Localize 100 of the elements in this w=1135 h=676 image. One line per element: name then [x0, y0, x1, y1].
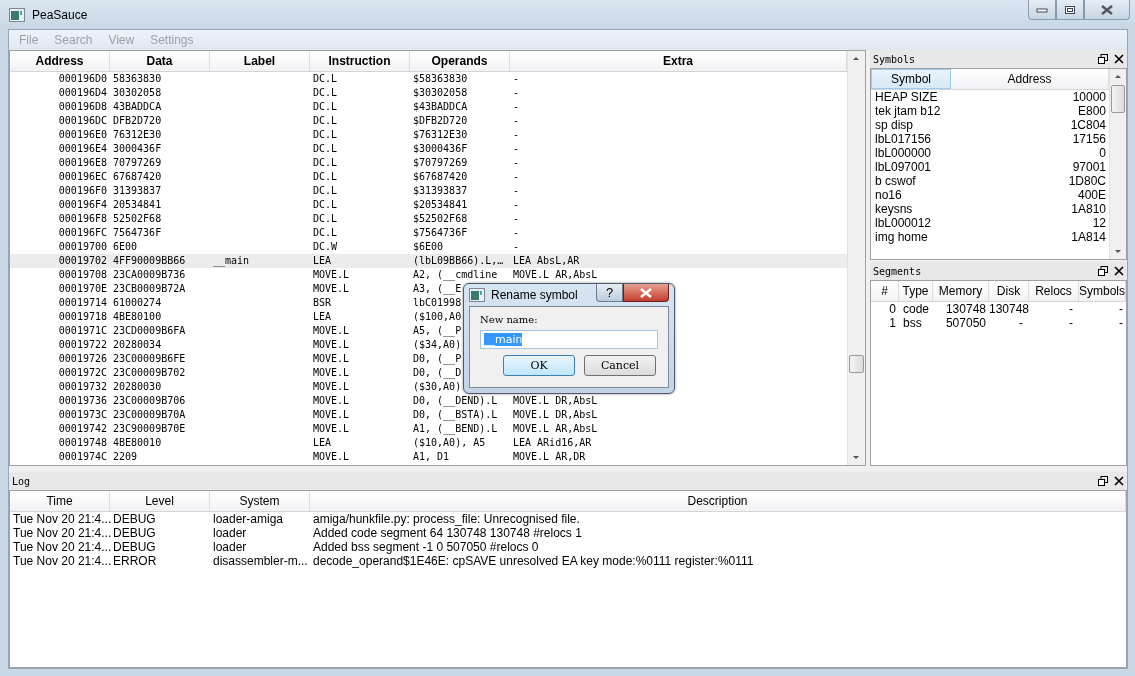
table-cell: $3000436F	[413, 143, 468, 154]
column-header[interactable]: Level	[110, 491, 210, 511]
table-cell: 00019726	[58, 353, 107, 364]
close-button[interactable]	[1084, 0, 1130, 20]
cancel-button[interactable]: Cancel	[584, 355, 656, 376]
app-icon	[469, 288, 485, 302]
scroll-thumb[interactable]	[849, 355, 864, 373]
table-cell: MOVE.L DR,AbsL	[513, 395, 598, 406]
table-cell: $58363830	[413, 73, 468, 84]
scroll-up-icon[interactable]	[1115, 75, 1121, 78]
table-cell: 000196E4	[58, 143, 107, 154]
table-cell: 000196D0	[58, 73, 107, 84]
table-cell: MOVE.L	[313, 381, 350, 392]
table-cell: 130748	[989, 302, 1030, 316]
selected-row[interactable]: 00019702 4FF90009BB66 __main LEA (lbL09BB66).L,… LEA AbsL,AR	[10, 254, 847, 268]
field-label: New name:	[480, 314, 539, 325]
float-icon[interactable]	[1098, 54, 1108, 64]
column-header[interactable]: Disk	[989, 281, 1029, 301]
scrollbar[interactable]	[847, 51, 865, 465]
table-cell: -	[513, 185, 520, 196]
table-cell: DC.L	[313, 115, 338, 126]
close-icon[interactable]	[1114, 54, 1124, 64]
table-cell: 00019736	[58, 395, 107, 406]
table-cell: 000196F8	[58, 213, 107, 224]
close-icon[interactable]	[1114, 476, 1124, 486]
table-cell: $7564736F	[413, 227, 468, 238]
table-cell: A1, (__BEND).L	[413, 423, 498, 434]
table-cell-text: sp disp	[874, 118, 914, 132]
table-cell: LEA AbsL,AR	[513, 255, 580, 266]
table-cell: $20534841	[413, 199, 468, 210]
column-header[interactable]: Data	[110, 51, 210, 71]
scrollbar[interactable]	[1109, 69, 1126, 259]
maximize-button[interactable]	[1056, 0, 1084, 20]
table-cell: 31393837	[113, 185, 162, 196]
table-cell: loader	[213, 526, 247, 540]
close-icon[interactable]	[1114, 266, 1124, 276]
table-cell-text: lbL097001	[874, 160, 933, 174]
column-header[interactable]: Symbol	[871, 69, 951, 89]
table-cell: decode_operand$1E46E: cpSAVE unresolved EA key mode:%0111 register:%0111	[313, 554, 754, 568]
table-cell: D0, (__D	[413, 367, 462, 378]
column-header[interactable]: Time	[10, 491, 110, 511]
table-cell-text: 17156	[1071, 132, 1107, 146]
table-cell: MOVE.L	[313, 339, 350, 350]
scroll-down-icon[interactable]	[853, 456, 859, 459]
close-button[interactable]	[623, 284, 669, 302]
table-cell: BSR	[313, 297, 332, 308]
help-button[interactable]: ?	[596, 284, 623, 302]
ok-button[interactable]: OK	[503, 355, 575, 376]
table-cell: bss	[903, 316, 922, 330]
table-cell: ($30,A0)	[413, 381, 462, 392]
table-cell-text: 1A814	[1070, 230, 1107, 244]
table-cell: $DFB2D720	[413, 115, 468, 126]
column-header[interactable]: Extra	[510, 51, 847, 71]
table-cell-text: lbL000012	[874, 216, 933, 230]
column-header[interactable]: Relocs	[1029, 281, 1079, 301]
float-icon[interactable]	[1098, 266, 1108, 276]
scroll-up-icon[interactable]	[853, 57, 859, 60]
scroll-thumb[interactable]	[1111, 85, 1125, 113]
table-cell: $52502F68	[413, 213, 468, 224]
table-cell: -	[513, 129, 520, 140]
table-cell: DC.W	[313, 241, 338, 252]
table-cell-text: lbL000000	[874, 146, 933, 160]
table-cell: MOVE.L AR,AbsL	[513, 423, 598, 434]
table-cell-text: 1A810	[1070, 202, 1107, 216]
table-cell: amiga/hunkfile.py: process_file: Unrecognised file.	[313, 512, 580, 526]
float-icon[interactable]	[1098, 476, 1108, 486]
table-cell: 67687420	[113, 171, 162, 182]
table-cell: DEBUG	[113, 512, 156, 526]
column-header[interactable]: Type	[899, 281, 933, 301]
table-cell: 7564736F	[113, 227, 162, 238]
table-cell: A2, (__cmdline	[413, 269, 498, 280]
column-header[interactable]: Operands	[410, 51, 510, 71]
column-header[interactable]: Instruction	[310, 51, 410, 71]
table-cell: MOVE.L	[313, 395, 350, 406]
column-header[interactable]: #	[871, 281, 899, 301]
column-header[interactable]: Label	[210, 51, 310, 71]
table-cell-text: no16	[874, 188, 903, 202]
table-cell: 23C00009B702	[113, 367, 186, 378]
column-header[interactable]: Symbols	[1079, 281, 1126, 301]
scroll-down-icon[interactable]	[1115, 250, 1121, 253]
table-cell: 000196E8	[58, 157, 107, 168]
table-cell: 20280030	[113, 381, 162, 392]
column-header[interactable]: Description	[310, 491, 1126, 511]
table-cell: MOVE.L DR,AbsL	[513, 409, 598, 420]
table-cell: 130748	[945, 302, 986, 316]
table-cell: DC.L	[313, 199, 338, 210]
table-cell: (lbL09BB66).L,…	[413, 255, 504, 266]
column-header[interactable]: System	[210, 491, 310, 511]
column-header[interactable]: Memory	[933, 281, 989, 301]
table-cell: 23CD0009B6FA	[113, 325, 186, 336]
table-cell: 00019702	[58, 255, 107, 266]
table-cell-text: 0	[1098, 146, 1107, 160]
table-cell: 61000274	[113, 297, 162, 308]
table-cell: -	[513, 227, 520, 238]
table-cell-text: 97001	[1071, 160, 1107, 174]
table-cell: loader	[213, 540, 247, 554]
table-cell: -	[513, 101, 520, 112]
column-header[interactable]: Address	[10, 51, 110, 71]
table-cell: ($10,A0), A5	[413, 437, 486, 448]
table-cell: 1	[889, 316, 896, 330]
